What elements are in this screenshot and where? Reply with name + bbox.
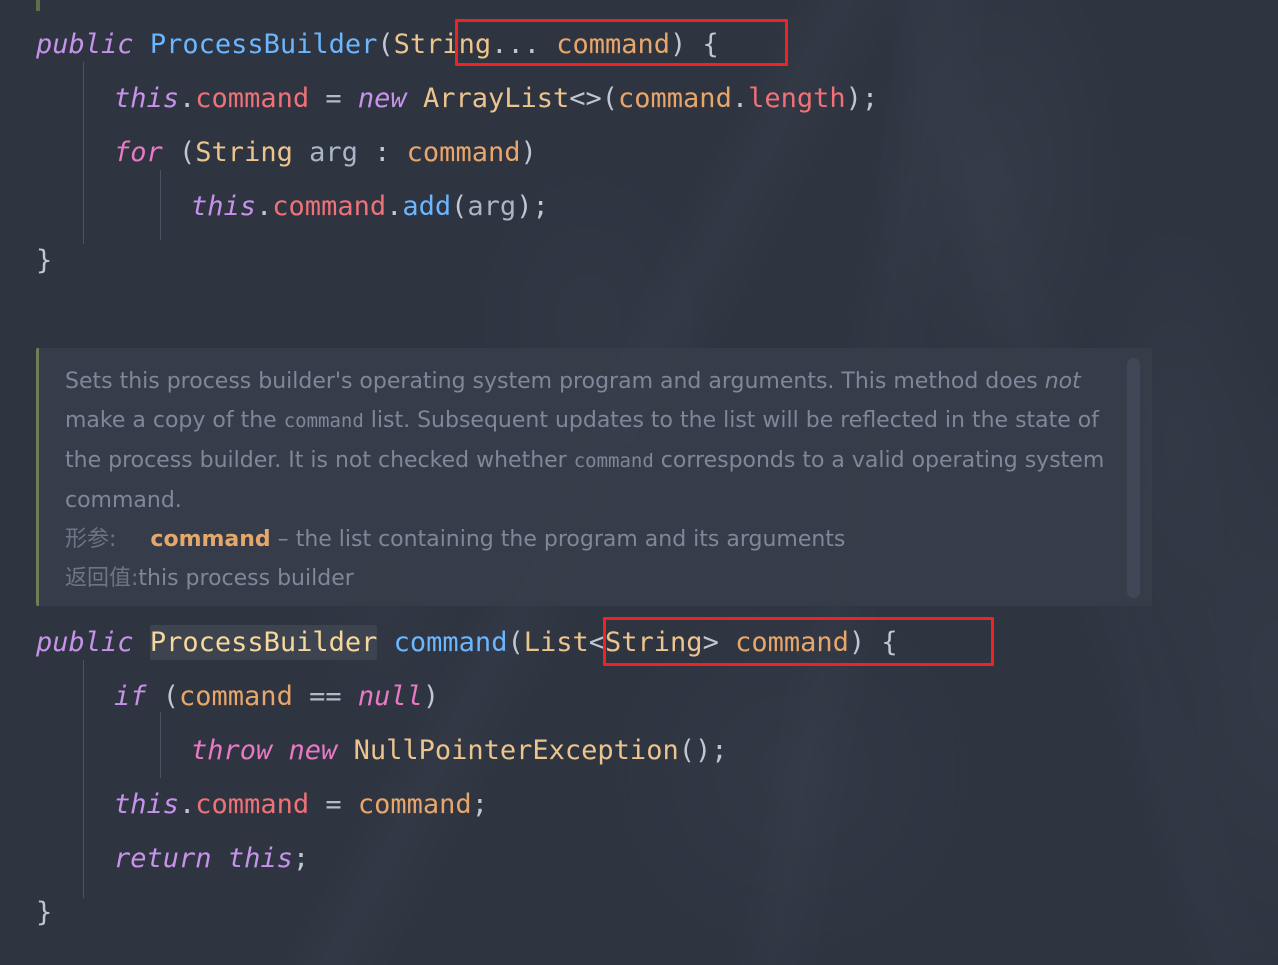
list-param-box [603, 617, 994, 666]
varargs-param-box [455, 19, 788, 66]
code-editor-pane[interactable]: public ProcessBuilder(String... command)… [0, 0, 1278, 965]
annotation-overlay [0, 0, 1278, 965]
